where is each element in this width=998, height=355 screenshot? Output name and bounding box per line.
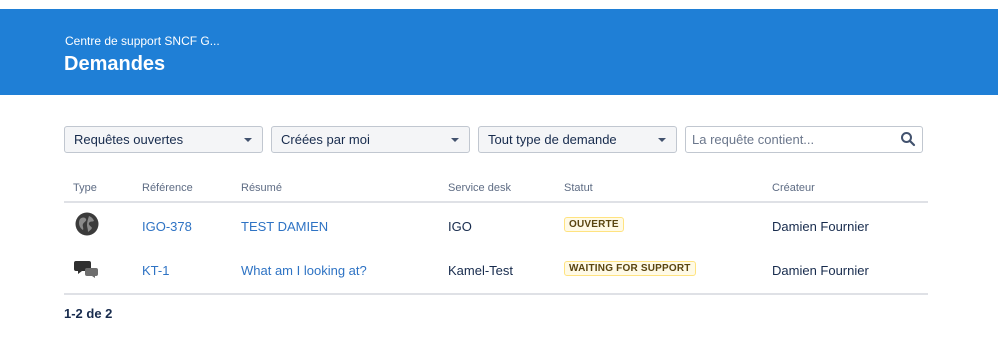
search-box [685,126,923,153]
chevron-down-icon [658,138,666,142]
request-summary-link[interactable]: What am I looking at? [241,263,367,278]
service-desk-name: IGO [448,219,472,234]
column-header-summary: Résumé [241,182,282,194]
creator-name: Damien Fournier [772,263,869,278]
request-reference-link[interactable]: IGO-378 [142,219,192,234]
globe-icon [75,212,99,236]
page-title: Demandes [64,53,166,75]
request-summary-link[interactable]: TEST DAMIEN [241,219,328,234]
column-header-service-desk: Service desk [448,182,511,194]
page-header: Centre de support SNCF G... Demandes [0,9,998,95]
creator-name: Damien Fournier [772,219,869,234]
breadcrumb[interactable]: Centre de support SNCF G... [65,34,220,48]
status-badge: OUVERTE [564,217,624,232]
table-row[interactable]: KT-1 What am I looking at? Kamel-Test WA… [64,249,928,294]
service-desk-name: Kamel-Test [448,263,514,278]
type-filter-select[interactable]: Tout type de demande [478,126,677,153]
column-header-reference: Référence [142,182,193,194]
search-input[interactable] [686,127,886,152]
request-reference-link[interactable]: KT-1 [142,263,169,278]
pagination-summary: 1-2 de 2 [64,306,113,321]
status-badge: WAITING FOR SUPPORT [564,261,696,276]
chat-bubbles-icon [74,261,98,278]
column-header-status: Statut [564,182,593,194]
table-footer-divider [64,293,928,295]
status-filter-label: Requêtes ouvertes [74,132,184,147]
column-header-type: Type [73,182,97,194]
status-filter-select[interactable]: Requêtes ouvertes [64,126,263,153]
owner-filter-select[interactable]: Créées par moi [271,126,470,153]
owner-filter-label: Créées par moi [281,132,370,147]
search-icon[interactable] [900,131,916,147]
chevron-down-icon [451,138,459,142]
chevron-down-icon [244,138,252,142]
type-filter-label: Tout type de demande [488,132,617,147]
table-row[interactable]: IGO-378 TEST DAMIEN IGO OUVERTE Damien F… [64,204,928,249]
column-header-creator: Créateur [772,182,815,194]
table-header: Type Référence Résumé Service desk Statu… [64,178,928,203]
